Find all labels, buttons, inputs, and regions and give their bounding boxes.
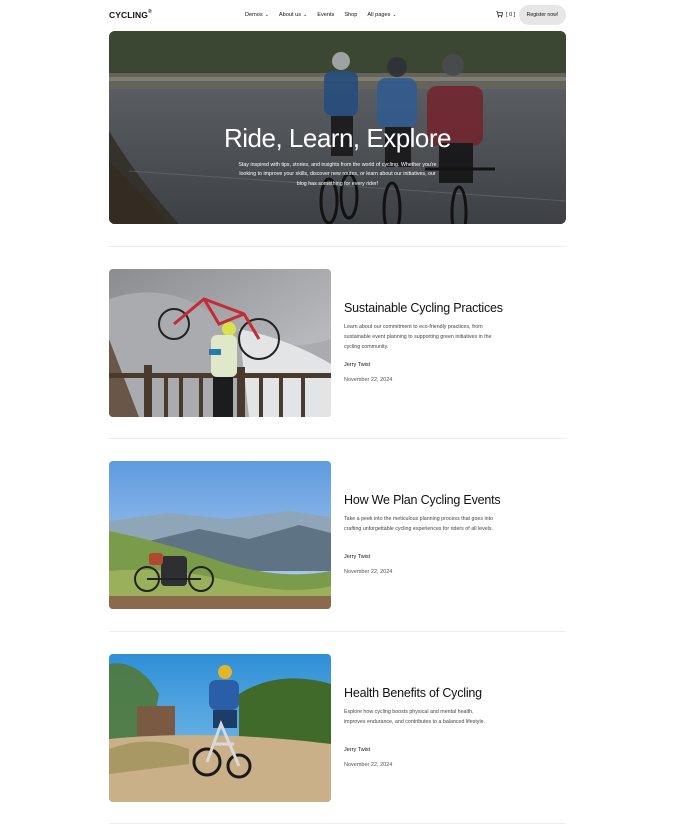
post-image[interactable] — [109, 269, 331, 417]
cart-icon — [496, 11, 503, 18]
hero-text: Stay inspired with tips, stories, and in… — [238, 162, 437, 187]
nav-about-us[interactable]: About us ⌄ — [279, 12, 307, 18]
main-nav: Demos ⌄ About us ⌄ Events Shop All pages ⌄ — [245, 12, 397, 18]
hero-title: Ride, Learn, Explore — [223, 123, 452, 153]
nav-events[interactable]: Events — [317, 12, 334, 18]
blog-post-card[interactable]: Health Benefits of Cycling Explore how c… — [109, 654, 566, 802]
site-logo[interactable]: CYCLING® — [109, 9, 152, 20]
divider — [109, 246, 566, 247]
post-description: Learn about our commitment to eco-friend… — [344, 324, 492, 350]
site-header: CYCLING® Demos ⌄ About us ⌄ Events Shop Al… — [109, 5, 566, 25]
post-author: Jerry Twist — [344, 554, 371, 560]
post-date: November 22, 2024 — [344, 377, 393, 383]
chevron-down-icon: ⌄ — [264, 12, 269, 18]
hero-banner: Ride, Learn, Explore Stay inspired with … — [109, 31, 566, 224]
cart-button[interactable]: [ 0 ] — [496, 11, 515, 18]
chevron-down-icon: ⌄ — [392, 12, 397, 18]
post-description: Explore how cycling boosts physical and … — [344, 709, 486, 725]
post-title[interactable]: Health Benefits of Cycling — [344, 686, 482, 700]
nav-demos[interactable]: Demos ⌄ — [245, 12, 269, 18]
post-image[interactable] — [109, 461, 331, 609]
divider — [109, 631, 566, 632]
cart-count: [ 0 ] — [506, 11, 516, 18]
post-image[interactable] — [109, 654, 331, 802]
divider — [109, 438, 566, 439]
post-author: Jerry Twist — [344, 362, 371, 368]
divider — [109, 823, 566, 824]
post-date: November 22, 2024 — [344, 762, 393, 768]
post-author: Jerry Twist — [344, 747, 371, 753]
nav-shop[interactable]: Shop — [344, 12, 357, 18]
chevron-down-icon: ⌄ — [303, 12, 308, 18]
post-title[interactable]: Sustainable Cycling Practices — [344, 301, 503, 315]
post-description: Take a peek into the meticulous planning… — [344, 516, 493, 532]
post-title[interactable]: How We Plan Cycling Events — [344, 493, 501, 507]
blog-post-card[interactable]: How We Plan Cycling Events Take a peek i… — [109, 461, 566, 609]
blog-post-card[interactable]: Sustainable Cycling Practices Learn abou… — [109, 269, 566, 417]
post-date: November 22, 2024 — [344, 569, 393, 575]
register-button[interactable]: Register now! — [519, 5, 566, 25]
nav-all-pages[interactable]: All pages ⌄ — [367, 12, 396, 18]
